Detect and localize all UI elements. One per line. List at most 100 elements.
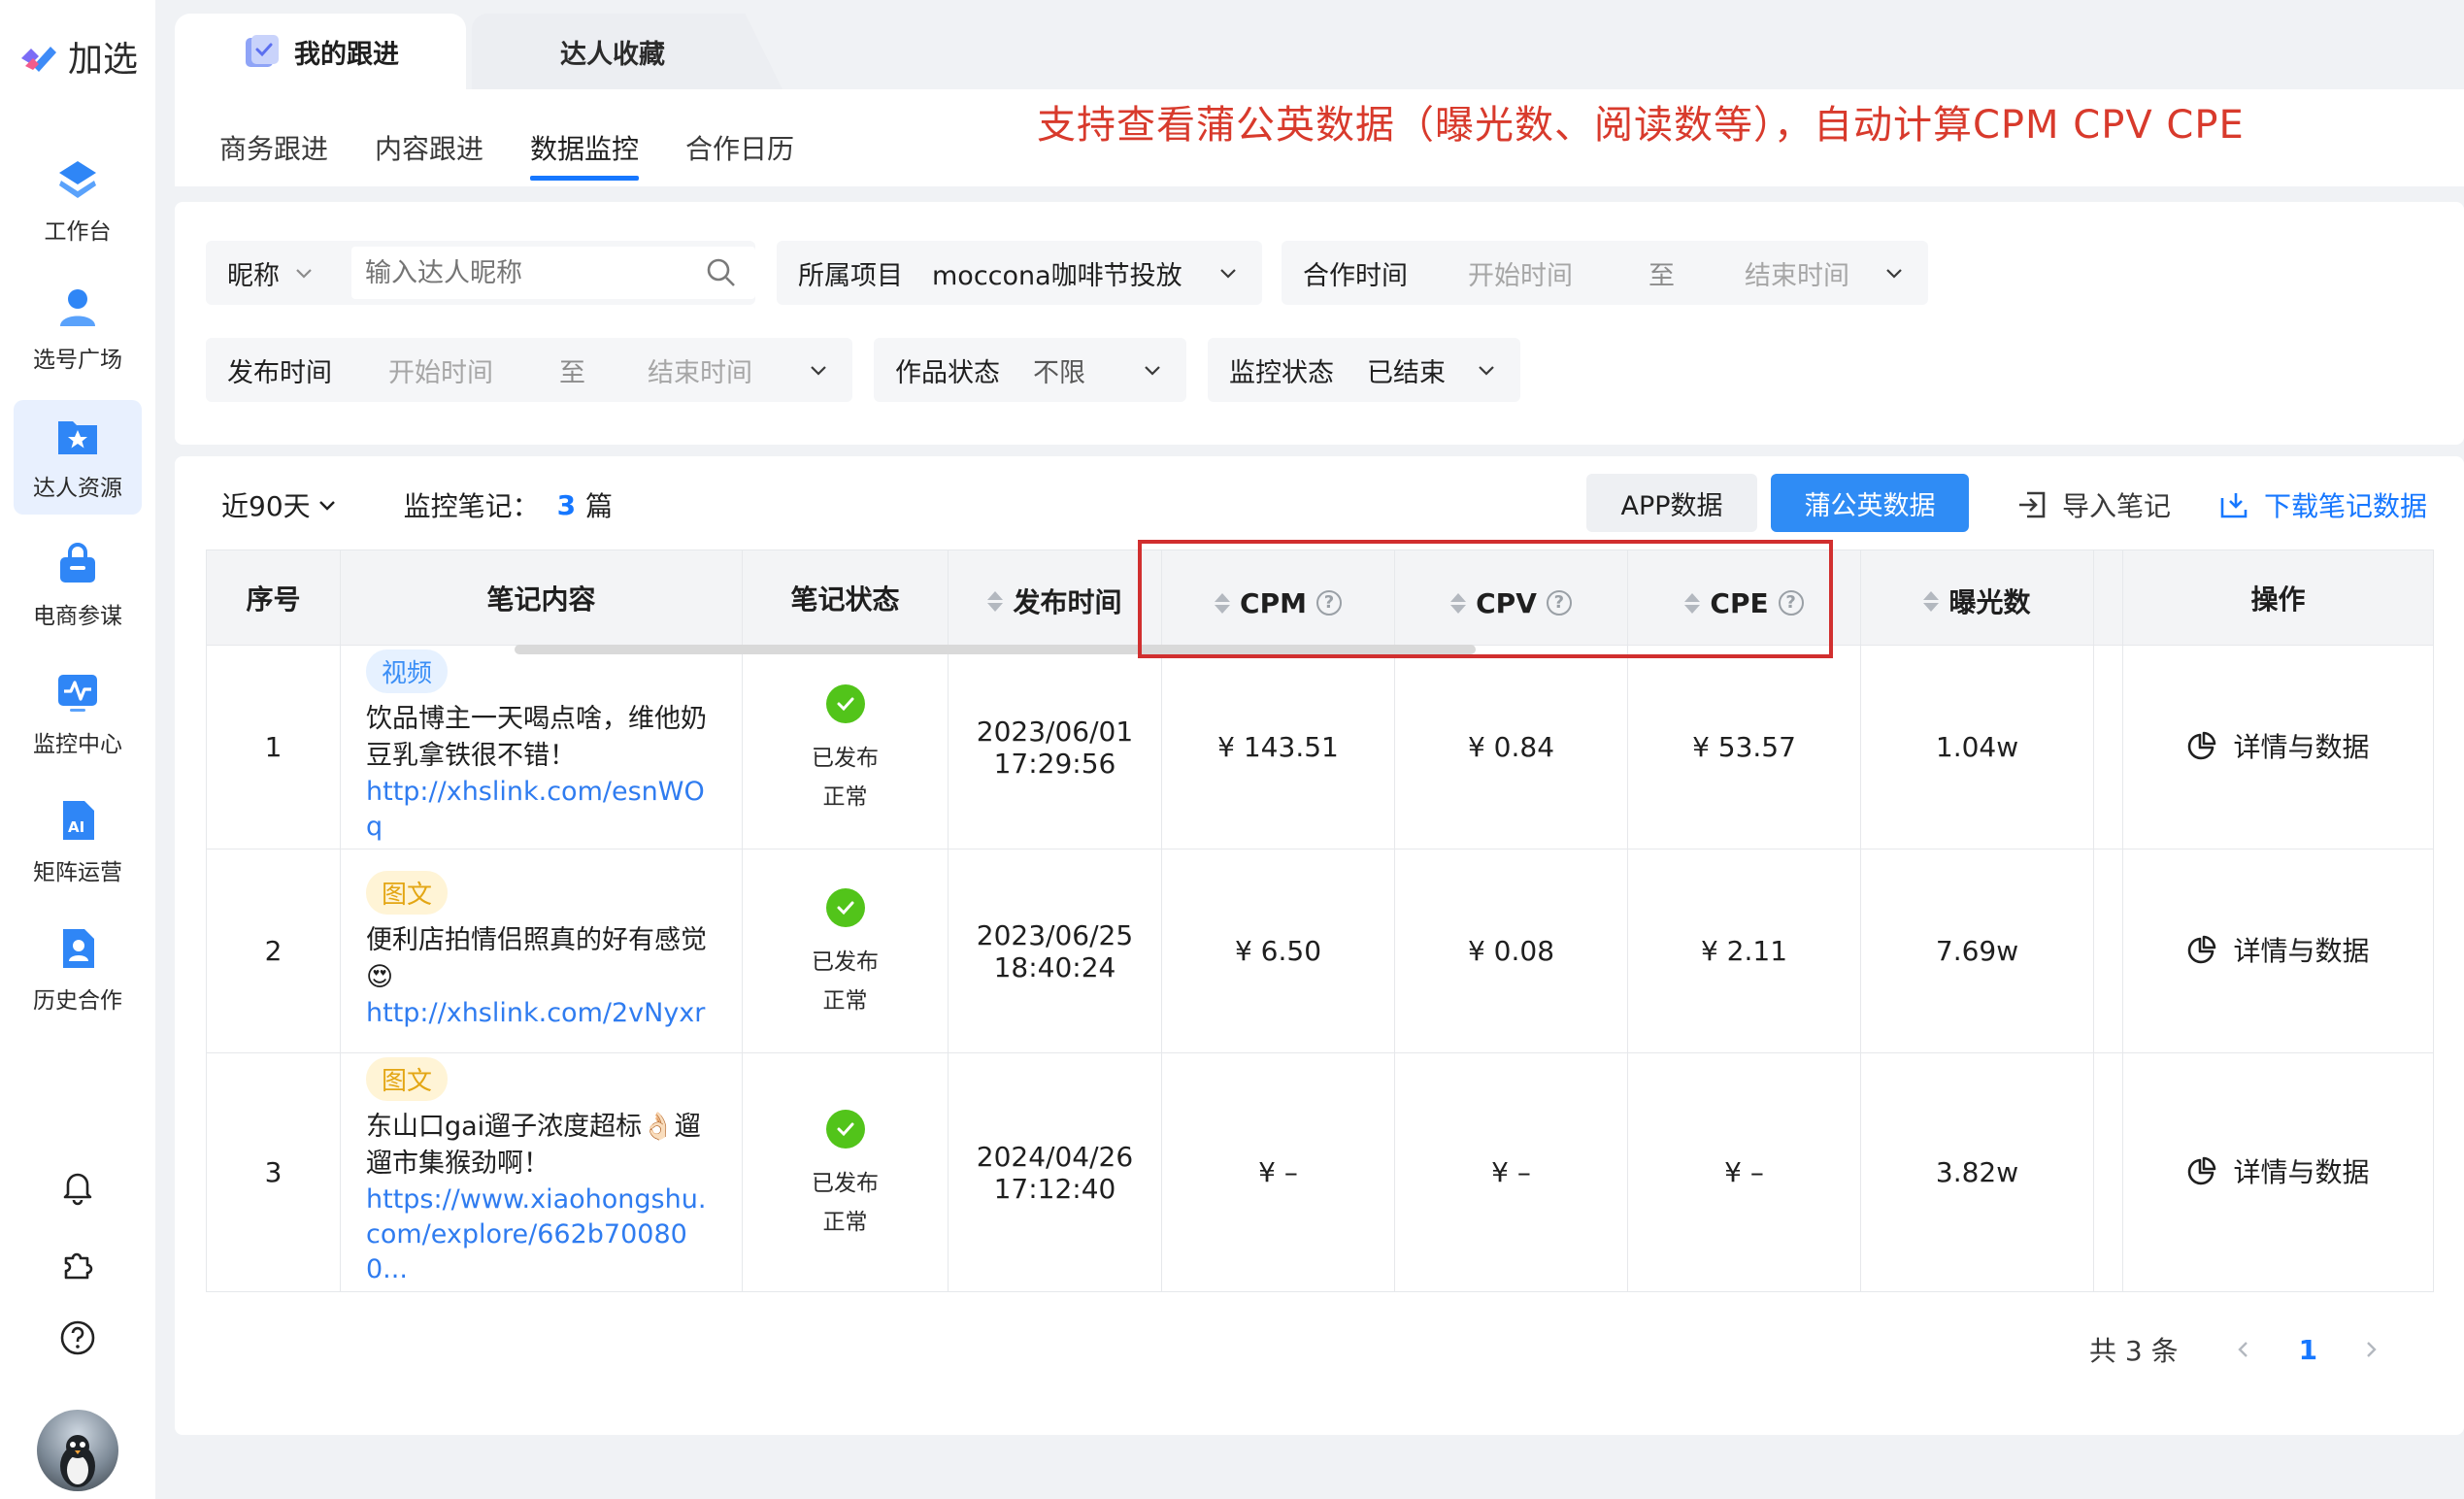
page-number-current[interactable]: 1 [2299,1334,2317,1366]
publish-date: 2023/06/25 [976,918,1134,951]
col-header-exposure[interactable]: 曝光数 [1860,550,2094,646]
status-normal: 正常 [822,783,868,810]
tab-my-followup[interactable]: 我的跟进 [175,14,466,89]
pgy-data-button[interactable]: 蒲公英数据 [1771,474,1969,532]
ops-cell: 详情与数据 [2122,1052,2434,1292]
layers-icon [54,156,101,203]
chevron-down-icon [296,269,312,279]
sidebar-item-ecommerce-advisor[interactable]: 电商参谋 [14,528,142,643]
note-type-tag: 图文 [366,871,449,915]
notes-table: 序号 笔记内容 笔记状态 发布时间 CPM? CPV? CPE? 曝光数 操作 … [206,550,2434,1292]
ops-cell: 详情与数据 [2122,849,2434,1053]
detail-data-label: 详情与数据 [2233,935,2370,967]
project-select[interactable]: 所属项目 moccona咖啡节投放 [777,241,1262,305]
cpm-cell: ¥ 143.51 [1161,645,1395,849]
note-title: 饮品博主一天喝点啥，维他奶豆乳拿铁很不错！ [366,704,707,771]
row-index: 3 [206,1052,341,1292]
note-content-cell: 视频 饮品博主一天喝点啥，维他奶豆乳拿铁很不错！ http://xhslink.… [340,645,743,849]
download-notes-button[interactable]: 下载笔记数据 [2217,485,2427,524]
logo-icon [21,47,56,72]
next-page-icon[interactable] [2360,1339,2381,1360]
tab-talent-favorites[interactable]: 达人收藏 [472,14,782,89]
subtab-content-followup[interactable]: 内容跟进 [375,128,483,181]
publish-end-date[interactable]: 结束时间 [648,351,752,389]
note-content-cell: 图文 东山口gai遛子浓度超标👌🏻遛遛市集猴劲啊！ https://www.xi… [340,1052,743,1292]
sidebar-item-account-square[interactable]: 选号广场 [14,272,142,386]
note-link[interactable]: http://xhslink.com/2vNyxr [366,996,720,1031]
detail-data-button[interactable]: 详情与数据 [2186,1151,2370,1190]
import-notes-button[interactable]: 导入笔记 [2015,485,2171,524]
cpe-cell: ¥ – [1627,1052,1861,1292]
help-icon[interactable] [54,1315,101,1361]
coop-start-date[interactable]: 开始时间 [1468,254,1573,292]
col-header-publish-time[interactable]: 发布时间 [948,550,1162,646]
note-link[interactable]: http://xhslink.com/esnWOq [366,775,720,845]
note-content-cell: 图文 便利店拍情侣照真的好有感觉😍 http://xhslink.com/2vN… [340,849,743,1053]
note-status-cell: 已发布 正常 [742,1052,949,1292]
sidebar-item-talent-resources[interactable]: 达人资源 [14,400,142,515]
sidebar-item-monitor-center[interactable]: 监控中心 [14,656,142,771]
search-icon[interactable] [705,256,738,289]
detail-data-button[interactable]: 详情与数据 [2186,930,2370,969]
app-logo[interactable]: 加选 [17,29,138,83]
subtab-coop-calendar[interactable]: 合作日历 [685,128,794,181]
sort-icon[interactable] [987,590,1004,612]
tab-label: 达人收藏 [560,39,665,70]
sub-tab-bar: 商务跟进 内容跟进 数据监控 合作日历 [219,128,794,181]
sort-icon[interactable] [1923,590,1940,612]
chevron-down-icon [1220,269,1236,279]
note-title: 东山口gai遛子浓度超标👌🏻遛遛市集猴劲啊！ [366,1112,701,1179]
import-label: 导入笔记 [2062,490,2172,522]
work-status-select[interactable]: 作品状态 不限 [874,338,1186,402]
sidebar-item-label: 历史合作 [33,988,122,1014]
publish-time-range[interactable]: 发布时间 开始时间 至 结束时间 [206,338,852,402]
publish-time-cell: 2024/04/26 17:12:40 [948,1052,1162,1292]
sidebar-item-workbench[interactable]: 工作台 [14,144,142,258]
pie-chart-icon [2188,935,2216,964]
publish-time-cell: 2023/06/01 17:29:56 [948,645,1162,849]
coop-end-date[interactable]: 结束时间 [1745,254,1849,292]
nickname-input[interactable] [351,257,682,288]
ops-cell: 详情与数据 [2122,645,2434,849]
note-link[interactable]: https://www.xiaohongshu.com/explore/662b… [366,1183,720,1287]
publish-date: 2024/04/26 [976,1140,1134,1173]
chevron-down-icon [1886,269,1902,279]
nickname-filter: 昵称 [206,241,755,305]
col-header-index: 序号 [206,550,341,646]
check-circle-icon [825,1109,865,1149]
prev-page-icon[interactable] [2233,1339,2254,1360]
coop-time-range[interactable]: 合作时间 开始时间 至 结束时间 [1282,241,1928,305]
bell-icon[interactable] [54,1163,101,1210]
subtab-data-monitor[interactable]: 数据监控 [530,128,640,181]
avatar[interactable] [37,1410,118,1491]
cpv-cell: ¥ 0.84 [1394,645,1628,849]
table-row: 2 图文 便利店拍情侣照真的好有感觉😍 http://xhslink.com/2… [206,849,2434,1053]
monitor-status-select[interactable]: 监控状态 已结束 [1208,338,1520,402]
detail-data-button[interactable]: 详情与数据 [2186,726,2370,765]
cpv-cell: ¥ 0.08 [1394,849,1628,1053]
date-range-select[interactable]: 近90天 [221,485,338,524]
subtab-business-followup[interactable]: 商务跟进 [219,128,328,181]
detail-data-label: 详情与数据 [2233,1156,2370,1188]
sidebar: 加选 工作台 选号广场 达人资源 电商参谋 监控中心 AI 矩阵运营 历史合作 [0,0,155,1499]
col-header-label: 发布时间 [1013,586,1122,619]
publish-clock: 17:29:56 [993,747,1116,780]
monitor-pulse-icon [54,669,101,716]
publish-start-date[interactable]: 开始时间 [388,351,493,389]
status-published: 已发布 [812,1170,879,1196]
app-data-button[interactable]: APP数据 [1586,474,1757,532]
spacer-cell [2093,849,2123,1053]
publish-clock: 18:40:24 [993,950,1116,983]
work-status-value: 不限 [1033,357,1085,388]
puzzle-icon[interactable] [54,1241,101,1287]
sidebar-item-label: 电商参谋 [33,604,122,629]
page-header: 达人收藏 我的跟进 商务跟进 内容跟进 数据监控 合作日历 支持查看蒲公英数据（… [175,0,2464,186]
col-header-label: 曝光数 [1948,586,2031,619]
sidebar-item-history-coop[interactable]: 历史合作 [14,913,142,1027]
publish-clock: 17:12:40 [993,1172,1116,1205]
sidebar-item-matrix-ops[interactable]: AI 矩阵运营 [14,784,142,899]
col-header-ops: 操作 [2122,550,2434,646]
coop-range-separator: 至 [1648,260,1675,291]
nickname-type-select[interactable]: 昵称 [206,254,280,292]
note-title: 便利店拍情侣照真的好有感觉😍 [366,925,707,992]
